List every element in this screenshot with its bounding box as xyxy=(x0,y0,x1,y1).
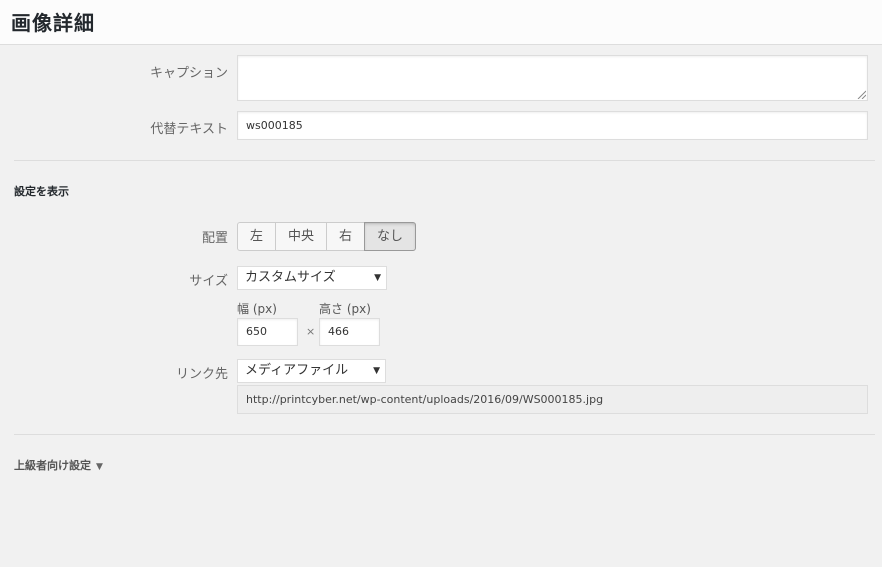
expand-triangle-icon: ▼ xyxy=(96,462,103,472)
alignment-label: 配置 xyxy=(201,231,228,246)
page-title: 画像詳細 xyxy=(11,11,95,35)
width-label: 幅 (px) xyxy=(237,302,277,316)
width-input[interactable]: 650 xyxy=(237,318,298,346)
height-label: 高さ (px) xyxy=(319,302,371,316)
align-center-button[interactable]: 中央 xyxy=(275,222,327,251)
resize-grip-icon[interactable] xyxy=(857,90,866,99)
advanced-settings-label: 上級者向け設定 xyxy=(14,459,91,472)
times-symbol: × xyxy=(306,325,316,338)
alt-text-input[interactable]: ws000185 xyxy=(237,111,868,140)
link-select[interactable]: メディアファイル ▼ xyxy=(237,359,386,383)
dropdown-arrow-icon: ▼ xyxy=(373,366,380,376)
display-settings-title: 設定を表示 xyxy=(14,185,69,198)
size-select[interactable]: カスタムサイズ ▼ xyxy=(237,266,387,290)
height-input[interactable]: 466 xyxy=(319,318,380,346)
align-right-button[interactable]: 右 xyxy=(326,222,365,251)
link-url-field[interactable]: http://printcyber.net/wp-content/uploads… xyxy=(237,385,868,414)
modal-header: 画像詳細 xyxy=(0,0,882,45)
divider xyxy=(14,434,875,435)
caption-label: キャプション xyxy=(149,66,228,81)
align-none-button[interactable]: なし xyxy=(364,222,416,251)
dropdown-arrow-icon: ▼ xyxy=(374,273,381,283)
align-left-button[interactable]: 左 xyxy=(237,222,276,251)
link-label: リンク先 xyxy=(175,367,228,382)
size-select-value: カスタムサイズ xyxy=(245,270,336,285)
divider xyxy=(14,160,875,161)
link-select-value: メディアファイル xyxy=(245,363,349,378)
advanced-settings-toggle[interactable]: 上級者向け設定 ▼ xyxy=(14,457,103,473)
alt-text-label: 代替テキスト xyxy=(150,122,228,137)
alignment-button-group: 左 中央 右 なし xyxy=(237,222,416,251)
caption-textarea[interactable] xyxy=(237,55,868,101)
size-label: サイズ xyxy=(189,274,228,289)
